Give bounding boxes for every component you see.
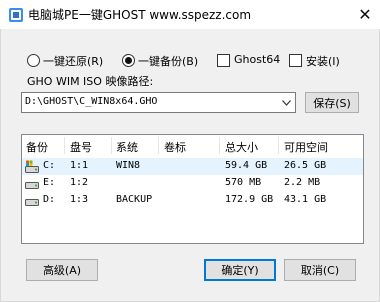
table-row[interactable]: C: 1:1 WIN8 59.4 GB 26.5 GB	[22, 158, 363, 175]
advanced-button-label: 高级(A)	[42, 264, 82, 277]
backup-radio[interactable]	[122, 54, 135, 67]
column-header-free[interactable]: 可用空间	[284, 139, 328, 155]
ok-button[interactable]: 确定(Y)	[204, 259, 276, 281]
column-header-disk[interactable]: 盘号	[70, 139, 92, 155]
row-total-size: 59.4 GB	[225, 160, 268, 171]
image-path-value[interactable]: D:\GHOST\C_WIN8x64.GHO	[25, 96, 157, 107]
cancel-button-label: 取消(C)	[300, 264, 340, 277]
window-title: 电脑城PE一键GHOST www.sspezz.com	[28, 8, 252, 22]
app-logo-icon	[9, 8, 23, 22]
ok-button-label: 确定(Y)	[221, 264, 259, 277]
save-button-label: 保存(S)	[313, 96, 351, 110]
ghost64-checkbox[interactable]	[217, 54, 230, 67]
row-disk: 1:1	[70, 160, 89, 171]
restore-label[interactable]: 一键还原(R)	[43, 53, 103, 69]
row-drive: C:	[43, 160, 56, 171]
header-divider	[64, 137, 65, 154]
list-header: 备份 盘号 系统 卷标 总大小 可用空间	[22, 135, 363, 156]
partition-list[interactable]: 备份 盘号 系统 卷标 总大小 可用空间 C: 1:1 WIN8 59.4 GB…	[21, 134, 364, 244]
close-icon: ✕	[358, 5, 372, 24]
header-divider	[111, 137, 112, 154]
install-label[interactable]: 安装(I)	[306, 53, 340, 69]
column-header-system[interactable]: 系统	[116, 139, 138, 155]
row-free-space: 43.1 GB	[284, 194, 327, 205]
drive-icon	[25, 182, 39, 189]
row-system: WIN8	[116, 160, 141, 171]
row-total-size: 570 MB	[225, 177, 262, 188]
install-checkbox[interactable]	[289, 54, 302, 67]
row-free-space: 26.5 GB	[284, 160, 327, 171]
title-bar: 电脑城PE一键GHOST www.sspezz.com ✕	[0, 0, 380, 29]
save-button[interactable]: 保存(S)	[305, 92, 359, 113]
row-drive: D:	[43, 194, 56, 205]
backup-label[interactable]: 一键备份(B)	[138, 53, 198, 69]
ghost64-label[interactable]: Ghost64	[234, 53, 280, 66]
column-header-total[interactable]: 总大小	[225, 139, 258, 155]
table-row[interactable]: E: 1:2 570 MB 2.2 MB	[22, 175, 363, 192]
advanced-button[interactable]: 高级(A)	[26, 259, 98, 281]
image-path-label: GHO WIM ISO 映像路径:	[27, 75, 154, 88]
row-disk: 1:2	[70, 177, 89, 188]
row-system: BACKUP	[116, 194, 153, 205]
chevron-down-icon[interactable]	[278, 93, 295, 112]
cancel-button[interactable]: 取消(C)	[284, 259, 356, 281]
image-path-combobox[interactable]: D:\GHOST\C_WIN8x64.GHO	[21, 92, 296, 113]
header-divider	[278, 137, 279, 154]
row-total-size: 172.9 GB	[225, 194, 274, 205]
row-free-space: 2.2 MB	[284, 177, 321, 188]
drive-icon	[25, 199, 39, 206]
dialog-body: 一键还原(R) 一键备份(B) Ghost64 安装(I) GHO WIM IS…	[0, 29, 380, 302]
restore-radio[interactable]	[27, 54, 40, 67]
row-disk: 1:3	[70, 194, 89, 205]
close-button[interactable]: ✕	[350, 0, 380, 29]
column-header-label[interactable]: 卷标	[164, 139, 186, 155]
table-row[interactable]: D: 1:3 BACKUP 172.9 GB 43.1 GB	[22, 192, 363, 209]
header-divider	[158, 137, 159, 154]
system-drive-icon	[25, 160, 39, 173]
column-header-backup[interactable]: 备份	[26, 139, 48, 155]
header-divider	[219, 137, 220, 154]
row-drive: E:	[43, 177, 56, 188]
